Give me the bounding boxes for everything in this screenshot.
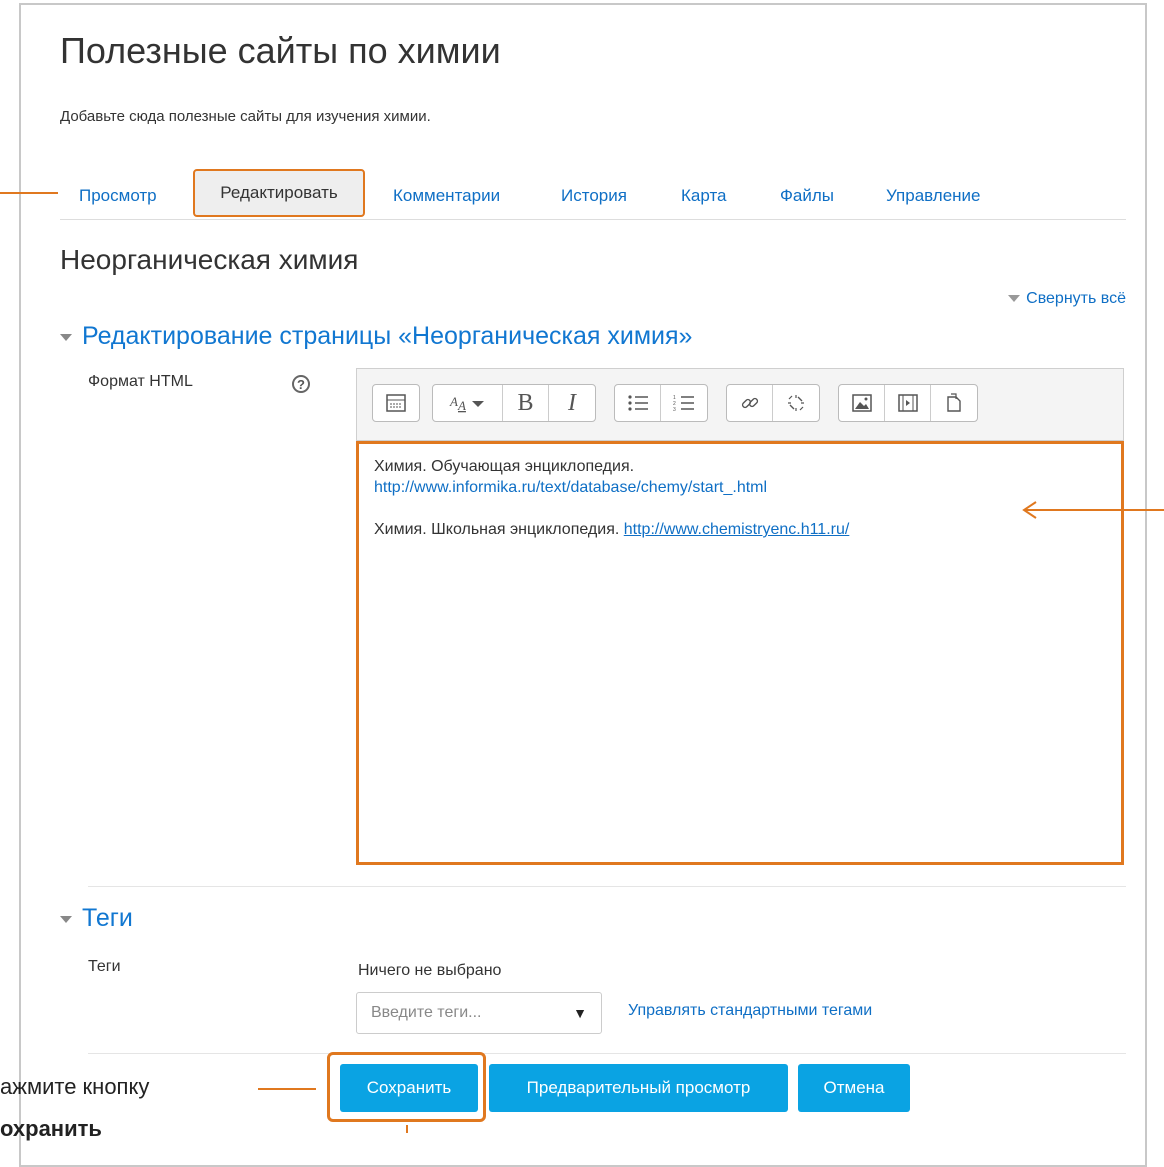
edit-page-legend-label: Редактирование страницы «Неорганическая … [82,322,693,350]
annotation-callout-bold: охранить [0,1116,102,1141]
editor-line-1: Химия. Обучающая энциклопедия. [374,458,635,475]
editor-line-2-text: Химия. Школьная энциклопедия. [374,521,624,538]
editor-link-2[interactable]: http://www.chemistryenc.h11.ru/ [624,521,850,538]
cancel-button[interactable]: Отмена [798,1064,910,1112]
buttons-divider [88,1053,1126,1054]
collapse-all-link[interactable]: Свернуть всё [1008,290,1126,308]
link-icon[interactable] [727,385,773,421]
editor-link-1[interactable]: http://www.informika.ru/text/database/ch… [374,479,767,496]
bold-glyph: B [517,389,534,416]
edit-page-legend[interactable]: Редактирование страницы «Неорганическая … [60,322,692,351]
editor-content-area[interactable]: Химия. Обучающая энциклопедия. http://ww… [356,441,1124,865]
tags-legend[interactable]: Теги [60,904,133,933]
tab-history[interactable]: История [561,186,627,206]
svg-text:3: 3 [673,407,676,412]
tab-admin[interactable]: Управление [886,186,981,206]
preview-button[interactable]: Предварительный просмотр [489,1064,788,1112]
annotation-line-tabs [0,192,58,194]
tab-map[interactable]: Карта [681,186,727,206]
collapse-triangle-icon [1008,295,1021,303]
italic-glyph: I [568,389,576,416]
editor-toolbar: AA B I 123 [356,368,1124,441]
format-label: Формат HTML [88,373,193,390]
toolbar-group-5 [838,384,978,422]
media-icon[interactable] [885,385,931,421]
files-icon[interactable] [931,385,977,421]
page-description: Добавьте сюда полезные сайты для изучени… [60,108,431,125]
tags-triangle-icon [60,915,72,923]
expand-triangle-icon [60,333,72,341]
tags-field-label: Теги [88,958,121,975]
section-divider [88,886,1126,887]
tabs-divider [60,219,1126,220]
font-style-icon[interactable]: AA [433,385,503,421]
toolbar-group-2: AA B I [432,384,596,422]
tab-comments[interactable]: Комментарии [393,186,500,206]
unlink-icon[interactable] [773,385,819,421]
annotation-tick [406,1125,408,1133]
annotation-arrow-editor [1022,501,1164,519]
annotation-callout: ажмите кнопку [0,1074,150,1099]
bold-icon[interactable]: B [503,385,549,421]
image-icon[interactable] [839,385,885,421]
dropdown-arrow-icon[interactable]: ▼ [573,1005,587,1021]
italic-icon[interactable]: I [549,385,595,421]
tab-files[interactable]: Файлы [780,186,834,206]
tags-input[interactable]: Введите теги... ▼ [356,992,602,1034]
svg-text:A: A [457,398,466,413]
tab-view[interactable]: Просмотр [79,186,157,206]
svg-text:A: A [449,394,458,409]
manage-standard-tags-link[interactable]: Управлять стандартными тегами [628,1002,872,1020]
tags-placeholder: Введите теги... [371,1004,482,1021]
save-button[interactable]: Сохранить [340,1064,478,1112]
tab-edit[interactable]: Редактировать [193,169,365,217]
collapse-all-label: Свернуть всё [1026,290,1126,307]
toolbar-toggle-icon[interactable] [373,385,419,421]
unordered-list-icon[interactable] [615,385,661,421]
tab-edit-label: Редактировать [220,183,338,202]
tags-selected-text: Ничего не выбрано [358,962,502,979]
annotation-line-save [258,1088,316,1090]
toolbar-group-1 [372,384,420,422]
page-title: Полезные сайты по химии [60,30,501,71]
toolbar-group-4 [726,384,820,422]
ordered-list-icon[interactable]: 123 [661,385,707,421]
question-circle-icon[interactable]: ? [292,375,310,393]
section-title: Неорганическая химия [60,244,359,275]
tags-legend-label: Теги [82,904,133,932]
toolbar-group-3: 123 [614,384,708,422]
